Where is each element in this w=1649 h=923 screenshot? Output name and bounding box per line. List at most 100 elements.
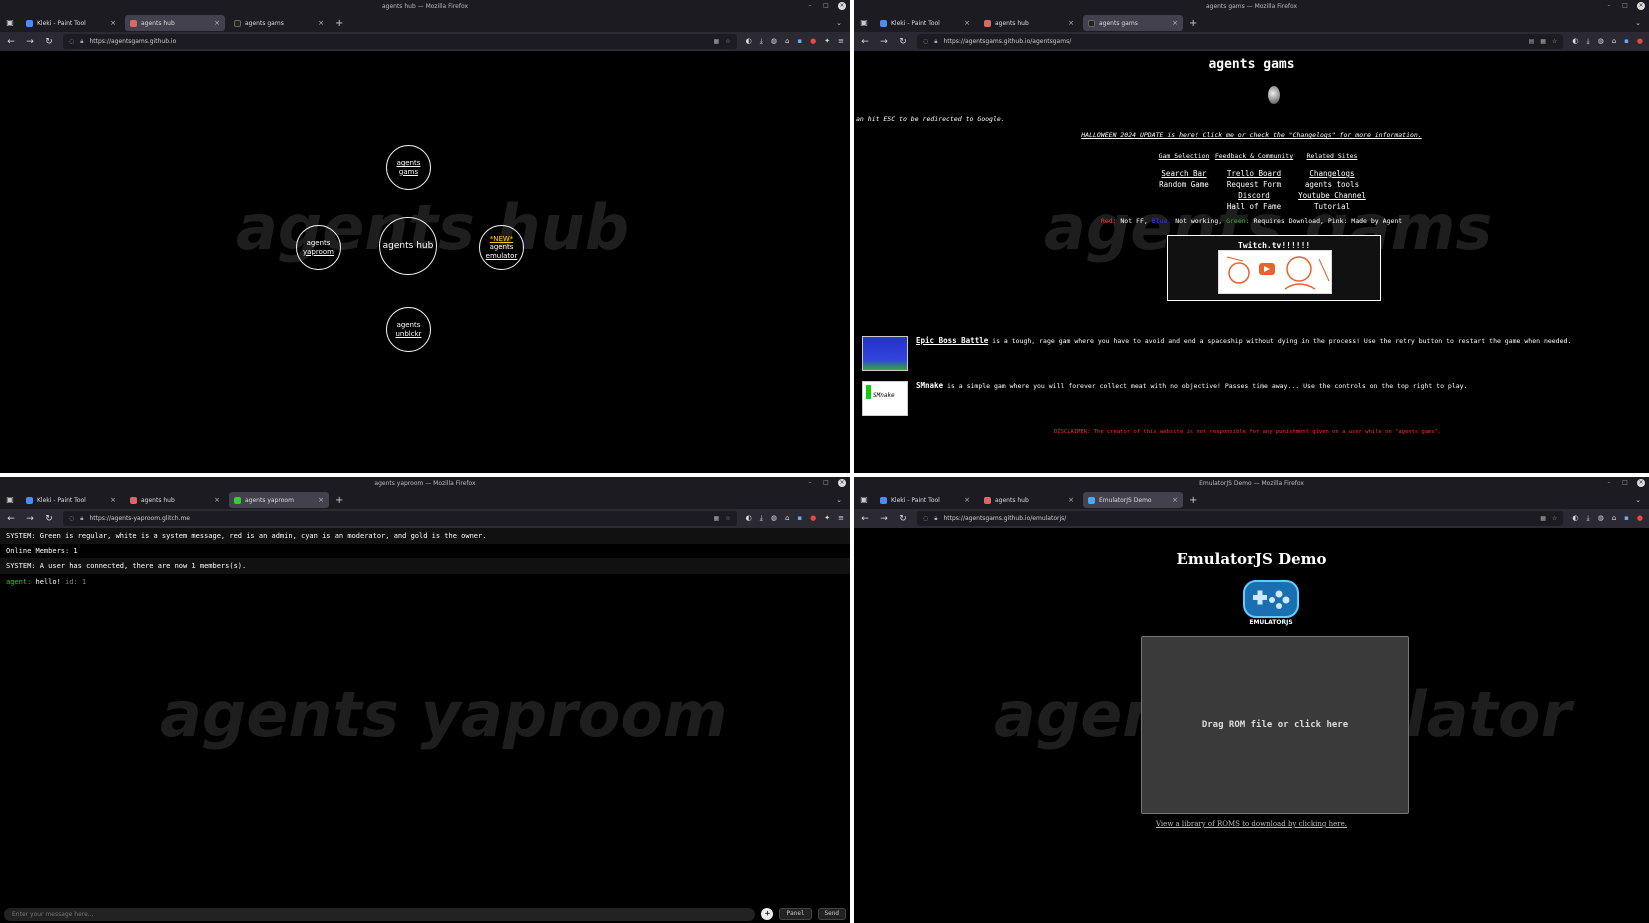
back-icon[interactable]: ← (6, 37, 16, 47)
close-tab-icon[interactable]: × (318, 496, 324, 504)
puzzle-icon[interactable]: ✦ (824, 514, 830, 523)
extension-icon[interactable]: ● (1637, 37, 1643, 46)
url-bar[interactable]: ◌ 🔒︎ https://agents-yaproom.glitch.me ▦ … (63, 511, 737, 526)
tab-agents-hub[interactable]: agents hub × (125, 492, 225, 508)
tab-list-icon[interactable]: ▣ (3, 493, 17, 507)
search-bar-link[interactable]: Search Bar (1154, 168, 1214, 179)
extension-icon[interactable]: ⌂ (1612, 514, 1616, 523)
close-tab-icon[interactable]: × (110, 19, 116, 27)
tab-kleki[interactable]: Kleki - Paint Tool × (21, 492, 121, 508)
back-icon[interactable]: ← (860, 514, 870, 524)
pocket-icon[interactable]: ◐ (1572, 37, 1578, 46)
tab-agents-gams[interactable]: agents gams × (1083, 15, 1183, 31)
pocket-icon[interactable]: ◐ (746, 37, 752, 46)
rom-drop-zone[interactable]: Drag ROM file or click here (1141, 636, 1409, 814)
close-icon[interactable]: × (838, 479, 846, 487)
tab-list-icon[interactable]: ▣ (3, 16, 17, 30)
gams-circle[interactable]: agents gams (386, 145, 431, 190)
reader-view-icon[interactable]: ▤ (1529, 38, 1535, 45)
extension-icon[interactable]: ⌂ (1612, 37, 1616, 46)
tab-dropdown-icon[interactable]: ⌄ (1635, 19, 1641, 27)
new-tab-icon[interactable]: + (335, 18, 343, 29)
tab-agents-hub[interactable]: agents hub × (979, 15, 1079, 31)
gams-link[interactable]: agents gams (387, 159, 430, 176)
game-item[interactable]: Epic Boss Battle is a tough, rage gam wh… (862, 336, 1571, 371)
extensions-icon[interactable]: ▦ (1540, 38, 1546, 45)
tab-kleki[interactable]: Kleki - Paint Tool × (875, 15, 975, 31)
close-tab-icon[interactable]: × (1172, 19, 1178, 27)
extension-icon[interactable]: ▪ (797, 37, 802, 46)
download-icon[interactable]: ⤓ (760, 37, 763, 46)
account-icon[interactable]: ◍ (771, 514, 777, 523)
account-icon[interactable]: ◍ (771, 37, 777, 46)
close-tab-icon[interactable]: × (110, 496, 116, 504)
agents-tools-link[interactable]: agents tools (1292, 179, 1372, 190)
unblockr-link[interactable]: unblckr (395, 330, 421, 338)
tab-dropdown-icon[interactable]: ⌄ (1635, 496, 1641, 504)
halloween-link[interactable]: HALLOWEEN 2024 UPDATE is here! Click me … (854, 131, 1649, 139)
unblockr-circle[interactable]: agents unblckr (386, 307, 431, 352)
youtube-link[interactable]: Youtube Channel (1292, 190, 1372, 201)
new-tab-icon[interactable]: + (335, 495, 343, 506)
download-icon[interactable]: ⤓ (1586, 514, 1589, 523)
forward-icon[interactable]: → (879, 37, 889, 47)
twitch-banner[interactable]: Twitch.tv!!!!!! (1167, 235, 1381, 301)
game-title[interactable]: Epic Boss Battle (916, 336, 988, 345)
maximize-icon[interactable]: □ (822, 479, 830, 487)
new-tab-icon[interactable]: + (1189, 495, 1197, 506)
close-tab-icon[interactable]: × (1068, 496, 1074, 504)
tutorial-link[interactable]: Tutorial (1292, 201, 1372, 212)
yaproom-circle[interactable]: agents yaproom (296, 225, 341, 270)
forward-icon[interactable]: → (25, 514, 35, 524)
close-tab-icon[interactable]: × (964, 496, 970, 504)
puzzle-icon[interactable]: ✦ (824, 37, 830, 46)
extension-icon[interactable]: ▪ (797, 514, 802, 523)
maximize-icon[interactable]: □ (1621, 2, 1629, 10)
close-tab-icon[interactable]: × (1068, 19, 1074, 27)
reload-icon[interactable]: ↻ (898, 514, 908, 524)
close-icon[interactable]: × (1637, 479, 1645, 487)
trello-link[interactable]: Trello Board (1212, 168, 1296, 179)
tab-emulatorjs[interactable]: EmulatorJS Demo × (1083, 492, 1183, 508)
extension-icon[interactable]: ● (810, 514, 816, 523)
minimize-icon[interactable]: – (806, 2, 814, 10)
close-icon[interactable]: × (1637, 2, 1645, 10)
extensions-icon[interactable]: ▦ (1540, 515, 1546, 522)
menu-icon[interactable]: ≡ (838, 37, 844, 46)
account-icon[interactable]: ◍ (1598, 514, 1604, 523)
extension-icon[interactable]: ▪ (1624, 514, 1629, 523)
emulator-link[interactable]: emulator (486, 252, 518, 260)
roms-library-link[interactable]: View a library of ROMS to download by cl… (854, 820, 1649, 828)
game-title[interactable]: SMnake (916, 381, 943, 390)
maximize-icon[interactable]: □ (1621, 479, 1629, 487)
tab-agents-hub[interactable]: agents hub × (979, 492, 1079, 508)
minimize-icon[interactable]: – (806, 479, 814, 487)
extension-icon[interactable]: ⌂ (785, 514, 789, 523)
send-button[interactable]: Send (817, 908, 846, 920)
reload-icon[interactable]: ↻ (44, 514, 54, 524)
close-tab-icon[interactable]: × (964, 19, 970, 27)
extension-icon[interactable]: ● (810, 37, 816, 46)
download-icon[interactable]: ⤓ (760, 514, 763, 523)
add-icon[interactable]: + (761, 908, 774, 920)
tab-agents-gams[interactable]: agents gams × (229, 15, 329, 31)
tab-dropdown-icon[interactable]: ⌄ (836, 496, 842, 504)
forward-icon[interactable]: → (25, 37, 35, 47)
tab-agents-hub[interactable]: agents hub × (125, 15, 225, 31)
tab-list-icon[interactable]: ▣ (857, 16, 871, 30)
hall-of-fame-link[interactable]: Hall of Fame (1212, 201, 1296, 212)
discord-link[interactable]: Discord (1212, 190, 1296, 201)
tab-list-icon[interactable]: ▣ (857, 493, 871, 507)
pocket-icon[interactable]: ◐ (1572, 514, 1578, 523)
emulator-circle[interactable]: *NEW* agents emulator (479, 225, 524, 270)
panel-button[interactable]: Panel (779, 908, 812, 920)
message-input[interactable] (4, 907, 756, 921)
minimize-icon[interactable]: – (1605, 2, 1613, 10)
random-game-link[interactable]: Random Game (1154, 179, 1214, 190)
close-tab-icon[interactable]: × (214, 19, 220, 27)
url-bar[interactable]: ◌ 🔒︎ https://agentsgams.github.io/emulat… (917, 511, 1564, 526)
minimize-icon[interactable]: – (1605, 479, 1613, 487)
close-tab-icon[interactable]: × (1172, 496, 1178, 504)
download-icon[interactable]: ⤓ (1586, 37, 1589, 46)
url-bar[interactable]: ◌ 🔒︎ https://agentsgams.github.io ▦ ☆ (63, 34, 737, 49)
